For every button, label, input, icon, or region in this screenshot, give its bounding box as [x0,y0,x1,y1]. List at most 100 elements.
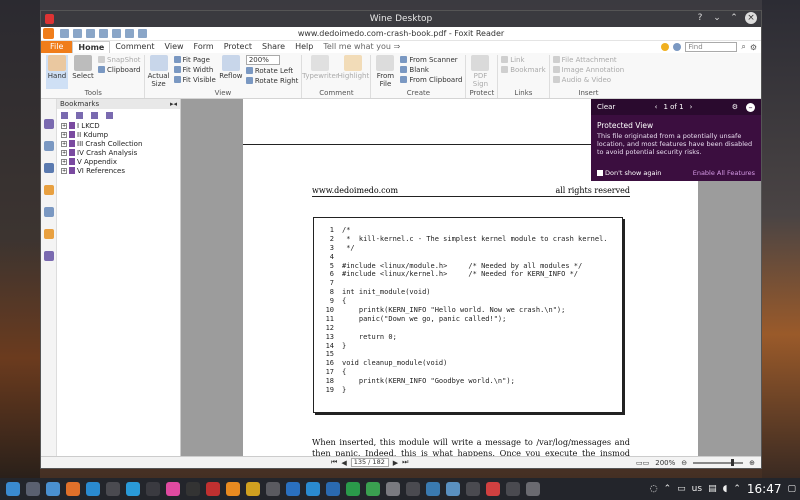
zoom-level[interactable]: 200% [655,459,675,467]
writer-icon[interactable] [326,482,340,496]
view-mode-icon[interactable]: ▭▭ [636,459,649,467]
clear-button[interactable]: Clear [597,103,615,111]
tab-form[interactable]: Form [189,41,219,53]
find-input[interactable]: Find [685,42,738,52]
game-icon[interactable] [186,482,200,496]
network-app-icon[interactable] [286,482,300,496]
attachments-panel-icon[interactable] [43,207,54,217]
bookmark-add-icon[interactable] [61,111,68,119]
maximize-icon[interactable]: ⌃ [728,12,740,24]
tab-file[interactable]: File [41,41,73,53]
from-scanner-button[interactable]: From Scanner [400,55,462,64]
prev-page-icon[interactable]: ◀ [341,459,346,467]
close-panel-icon[interactable]: – [745,102,755,112]
bookmark-item[interactable]: + I LKCD [57,121,180,130]
lock-icon[interactable] [43,229,54,239]
audio-icon[interactable] [266,482,280,496]
gear-icon[interactable]: ⚙ [750,43,757,52]
photo-icon[interactable] [446,482,460,496]
bookmark-item[interactable]: + VI References [57,166,180,175]
bookmark-item[interactable]: + II Kdump [57,130,180,139]
minimize-icon[interactable]: ⌄ [711,12,723,24]
bookmark-item[interactable]: + V Appendix [57,157,180,166]
layers-panel-icon[interactable] [43,163,54,173]
zoom-select[interactable]: 200% [245,55,280,65]
close-icon[interactable]: × [745,12,757,24]
bookmark-item[interactable]: + IV Crash Analysis [57,148,180,157]
tab-view[interactable]: View [160,41,189,53]
screen-icon[interactable] [506,482,520,496]
pages-panel-icon[interactable] [43,141,54,151]
select-small-icon[interactable] [138,29,147,38]
rotate-left-button[interactable]: Rotate Left [245,66,299,75]
window-titlebar[interactable]: Wine Desktop ? ⌄ ⌃ × [41,11,761,27]
vlc-icon[interactable] [226,482,240,496]
fit-width-button[interactable]: Fit Width [173,65,216,74]
tab-help[interactable]: Help [290,41,318,53]
open-icon[interactable] [60,29,69,38]
dont-show-checkbox[interactable]: Don't show again [597,169,661,177]
clipboard-button[interactable]: Clipboard [98,65,141,74]
prev-icon[interactable]: ‹ [655,103,658,111]
first-page-icon[interactable]: ⏮ [331,458,337,467]
print-icon[interactable] [86,29,95,38]
tray-clipboard-icon[interactable]: ▤ [708,484,717,494]
rotate-right-button[interactable]: Rotate Right [245,76,298,85]
calc-icon[interactable] [346,482,360,496]
tab-share[interactable]: Share [257,41,290,53]
gear-icon[interactable]: ⚙ [732,103,738,111]
redo-icon[interactable] [112,29,121,38]
help-icon[interactable]: ? [694,12,706,24]
tray-network-icon[interactable]: ◌ [650,484,658,494]
clock[interactable]: 16:47 [747,482,782,496]
keyboard-layout[interactable]: us [692,484,702,494]
bookmark-delete-icon[interactable] [76,111,83,119]
undo-icon[interactable] [99,29,108,38]
from-clipboard-button[interactable]: From Clipboard [400,75,462,84]
user-icon[interactable] [673,43,682,51]
media-app-icon[interactable] [206,482,220,496]
settings-app-icon[interactable] [26,482,40,496]
actual-size-button[interactable]: Actual Size [148,55,170,89]
audio-video-button[interactable]: Audio & Video [552,75,625,84]
next-page-icon[interactable]: ▶ [393,459,398,467]
signature-panel-icon[interactable] [43,251,54,261]
from-file-button[interactable]: From File [374,55,396,89]
image-app-icon[interactable] [426,482,440,496]
snapshot-button[interactable]: SnapShot [98,55,141,64]
bookmark-options-icon[interactable] [106,111,113,119]
typewriter-button[interactable]: Typewriter [302,55,339,89]
highlight-button[interactable]: Highlight [338,55,369,89]
steam-icon[interactable] [146,482,160,496]
viewer-icon[interactable] [406,482,420,496]
panel-collapse-icon[interactable]: ▸◂ [170,99,177,109]
firefox-icon[interactable] [66,482,80,496]
start-menu-icon[interactable] [6,482,20,496]
enable-all-features-link[interactable]: Enable All Features [693,169,755,177]
terminal-icon[interactable] [106,482,120,496]
expand-icon[interactable]: + [61,131,67,138]
sheet-icon[interactable] [366,482,380,496]
zoom-in-icon[interactable]: ⊕ [749,459,755,467]
expand-icon[interactable]: + [61,158,67,165]
hand-small-icon[interactable] [125,29,134,38]
edge-icon[interactable] [86,482,100,496]
pdf-sign-button[interactable]: PDF Sign [469,55,491,89]
expand-icon[interactable]: + [61,167,67,174]
search-icon[interactable]: ⌕ [741,42,745,52]
browser-icon[interactable] [306,482,320,496]
doc-app-icon[interactable] [386,482,400,496]
expand-icon[interactable]: + [61,122,67,129]
last-page-icon[interactable]: ⏭ [402,458,408,467]
app-icon[interactable] [166,482,180,496]
notification-icon[interactable] [661,43,670,51]
tab-home[interactable]: Home [72,41,111,53]
expand-icon[interactable]: + [61,149,67,156]
files-app-icon[interactable] [46,482,60,496]
zoom-out-icon[interactable]: ⊖ [681,459,687,467]
fit-visible-button[interactable]: Fit Visible [173,75,216,84]
save-icon[interactable] [73,29,82,38]
hand-button[interactable]: Hand [46,55,68,89]
page-number-input[interactable]: 135 / 182 [350,458,389,467]
tray-up-icon[interactable]: ⌃ [733,484,741,494]
